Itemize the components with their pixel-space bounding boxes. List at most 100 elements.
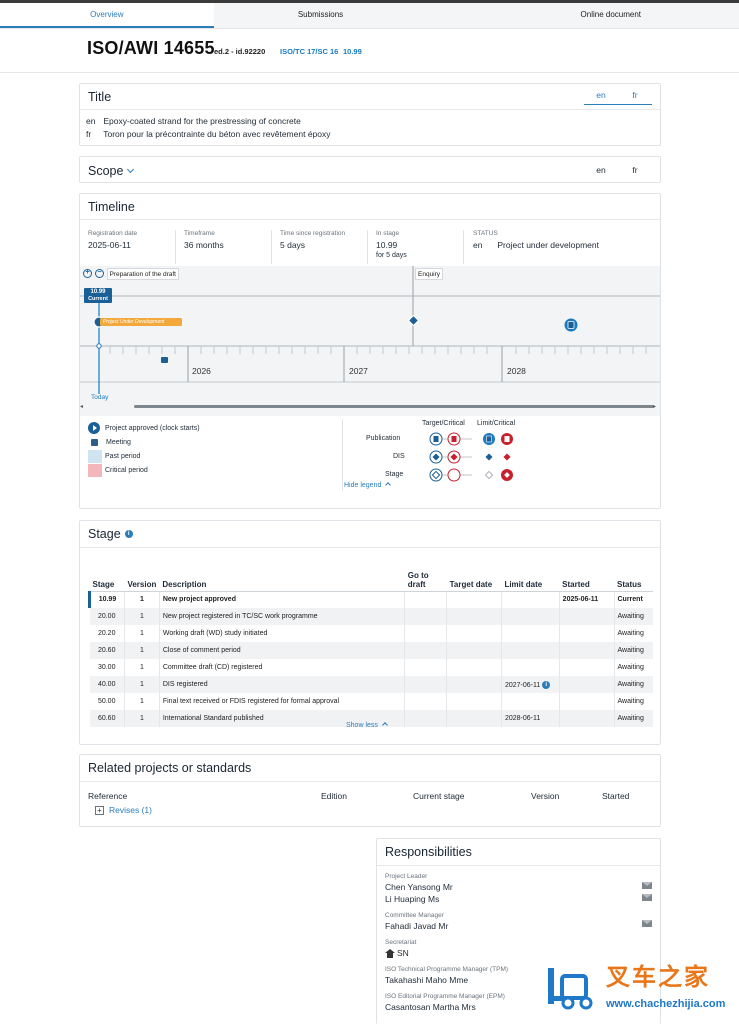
title-lang-en[interactable]: en xyxy=(584,90,618,100)
col-stage: Stage xyxy=(89,557,125,592)
instage-label: In stage xyxy=(376,230,400,237)
row-version: 1 xyxy=(124,659,160,676)
hide-legend-link[interactable]: Hide legend xyxy=(344,482,392,489)
tab-online-document[interactable]: Online document xyxy=(427,3,739,28)
table-row: 20.60 1 Close of comment period Awaiting xyxy=(89,642,653,659)
row-started xyxy=(559,659,615,676)
row-description: Committee draft (CD) registered xyxy=(159,659,406,676)
stage-table: Stage Version Description Go to draft Ta… xyxy=(88,557,653,727)
phase-enquiry-label: Enquiry xyxy=(415,268,443,280)
title-row-fr: fr Toron pour la précontrainte du béton … xyxy=(86,129,331,139)
hide-legend-label: Hide legend xyxy=(344,482,382,489)
title-row-en-text: Epoxy-coated strand for the prestressing… xyxy=(103,116,301,126)
stat-status: STATUS en Project under development xyxy=(473,230,653,264)
related-heading: Related projects or standards xyxy=(88,761,252,775)
legend-critical-label: Critical period xyxy=(105,466,148,474)
scope-card[interactable]: Scope en fr xyxy=(79,156,661,183)
table-row: 50.00 1 Final text received or FDIS regi… xyxy=(89,693,654,710)
info-icon[interactable]: i xyxy=(542,680,551,689)
phase-prep-label: Preparation of the draft xyxy=(107,268,179,280)
legend-row-stage: Stage xyxy=(385,471,404,478)
info-icon[interactable]: i xyxy=(124,530,133,538)
chevron-up-icon xyxy=(382,722,388,728)
row-version: 1 xyxy=(124,625,160,642)
registration-value: 2025-06-11 xyxy=(88,240,131,250)
legend-left: Project approved (clock starts) Meeting … xyxy=(88,421,328,477)
show-less-link[interactable]: Show less xyxy=(346,722,388,729)
row-description: DIS registered xyxy=(159,676,406,693)
scope-lang-tabs: en fr xyxy=(584,165,652,175)
row-version: 1 xyxy=(124,710,160,727)
timeline-heading: Timeline xyxy=(88,200,135,214)
legend-item-approved: Project approved (clock starts) xyxy=(88,421,328,435)
stage-heading-row: Stage i xyxy=(88,527,133,541)
row-status: Awaiting xyxy=(614,608,653,625)
leader-2: Li Huaping Ms xyxy=(385,894,440,904)
timeline-card: Timeline Registration date 2025-06-11 Ti… xyxy=(79,193,661,509)
scroll-right-arrow[interactable]: ▸ xyxy=(653,403,656,410)
mail-icon[interactable] xyxy=(642,894,652,901)
legend-approved-label: Project approved (clock starts) xyxy=(105,424,200,432)
leader-1: Chen Yansong Mr xyxy=(385,882,453,892)
row-started xyxy=(559,693,615,710)
col-version: Version xyxy=(124,557,160,592)
mail-icon[interactable] xyxy=(642,882,652,889)
row-limit xyxy=(501,591,560,608)
tab-overview[interactable]: Overview xyxy=(0,3,214,28)
row-started xyxy=(559,710,615,727)
expand-icon: + xyxy=(95,805,104,815)
row-stage: 40.00 xyxy=(89,676,125,693)
critical-period-swatch xyxy=(88,463,102,477)
row-limit: 2027-06-11 xyxy=(504,681,541,689)
project-header: ISO/AWI 14655 ed.2 - id.92220 ISO/TC 17/… xyxy=(0,29,739,73)
mail-icon[interactable] xyxy=(642,920,652,927)
related-card: Related projects or standards Reference … xyxy=(79,754,661,827)
title-row-fr-lang: fr xyxy=(86,129,92,139)
status-value: Project under development xyxy=(497,240,599,250)
scope-lang-en[interactable]: en xyxy=(584,165,618,175)
row-started xyxy=(559,676,615,693)
stat-registration: Registration date 2025-06-11 xyxy=(88,230,176,264)
legend-item-meeting: Meeting xyxy=(88,435,328,449)
tab-submissions[interactable]: Submissions xyxy=(214,3,428,28)
chevron-up-icon xyxy=(385,482,392,488)
committee-link[interactable]: ISO/TC 17/SC 16 xyxy=(280,47,338,56)
title-lang-fr[interactable]: fr xyxy=(618,90,652,100)
zoom-out-icon[interactable]: − xyxy=(95,269,104,278)
timeline-chart[interactable]: + − Preparation of the draft Enquiry 10.… xyxy=(80,266,660,416)
related-col-reference: Reference xyxy=(88,791,128,801)
legend-col-limit: Limit/Critical xyxy=(477,420,516,427)
row-stage: 50.00 xyxy=(89,693,125,710)
legend-row-publication: Publication xyxy=(366,435,401,442)
secretariat-label: Secretariat xyxy=(385,939,417,946)
responsibilities-heading: Responsibilities xyxy=(385,845,472,859)
epm-name: Casantosan Martha Mrs xyxy=(385,1002,476,1012)
legend-item-past: Past period xyxy=(88,449,328,463)
year-2028: 2028 xyxy=(507,366,526,376)
revises-toggle[interactable]: + Revises (1) xyxy=(95,805,152,815)
instage-sub: for 5 days xyxy=(376,252,407,259)
related-col-started: Started xyxy=(602,791,630,801)
scope-heading-row[interactable]: Scope xyxy=(88,164,135,178)
legend-right: Target/Critical Limit/Critical Publicati… xyxy=(342,419,652,509)
legend-item-critical: Critical period xyxy=(88,463,328,477)
col-started: Started xyxy=(559,557,614,592)
stage-heading: Stage xyxy=(88,527,121,541)
table-row: 20.00 1 New project registered in TC/SC … xyxy=(89,608,653,625)
scroll-left-arrow[interactable]: ◂ xyxy=(80,403,83,410)
tpm-label: ISO Technical Programme Manager (TPM) xyxy=(385,966,509,973)
scope-lang-fr[interactable]: fr xyxy=(618,165,652,175)
row-started xyxy=(559,642,615,659)
row-stage: 20.00 xyxy=(89,608,125,625)
main-tabs: Overview Submissions Online document xyxy=(0,3,739,29)
row-limit xyxy=(501,608,560,625)
zoom-in-icon[interactable]: + xyxy=(83,269,92,278)
dev-bar-label: Project Under Development xyxy=(103,319,165,325)
stage-link[interactable]: 10.99 xyxy=(343,47,362,56)
committee-manager: Fahadi Javad Mr xyxy=(385,921,449,931)
title-row-fr-text: Toron pour la précontrainte du béton ave… xyxy=(103,129,331,139)
row-description: New project approved xyxy=(159,591,406,608)
play-icon xyxy=(88,422,100,434)
current-marker-sub: Current xyxy=(88,296,108,302)
show-less-label: Show less xyxy=(346,722,378,729)
